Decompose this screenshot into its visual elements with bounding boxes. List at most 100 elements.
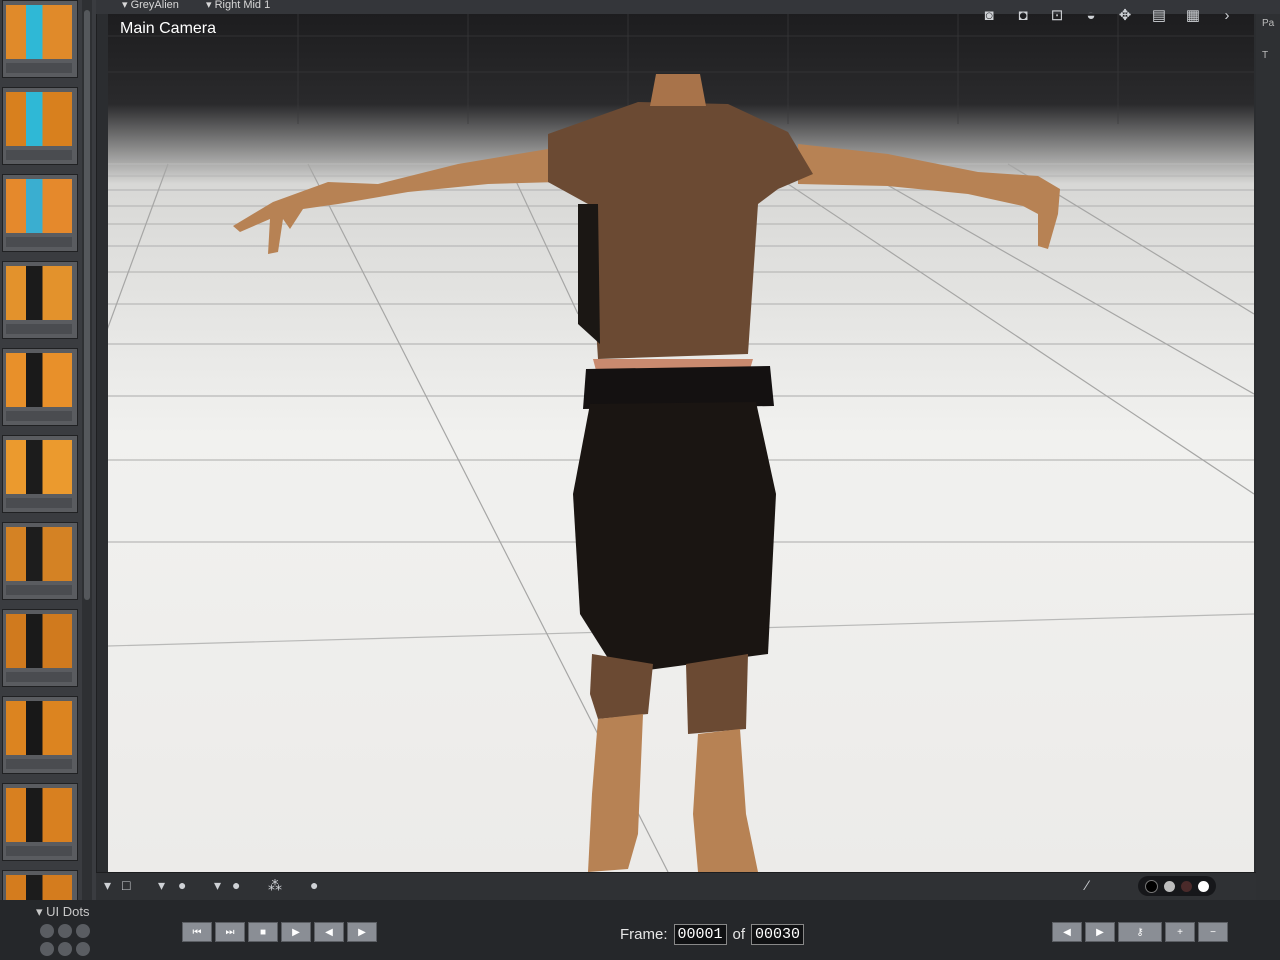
neck <box>650 74 706 106</box>
dropdown-greyalien[interactable]: ▾ GreyAlien <box>122 0 179 11</box>
ui-dot[interactable] <box>76 942 90 956</box>
remove-key-button[interactable]: − <box>1198 922 1228 942</box>
keyframe-controls: ◀ ▶ ⚷ + − <box>1052 922 1228 942</box>
frame-label: Frame: <box>620 926 668 943</box>
left-arm <box>233 149 558 254</box>
apron <box>573 402 776 674</box>
thumbnail-strip <box>0 0 97 948</box>
add-key-button[interactable]: + <box>1165 922 1195 942</box>
go-to-start-button[interactable]: ⏮ <box>182 922 212 942</box>
frame-counter: Frame: 00001 of 00030 <box>620 924 805 945</box>
scene-canvas <box>108 14 1254 872</box>
shade-dot-black[interactable] <box>1145 879 1158 893</box>
right-panel-label[interactable]: Pa <box>1262 18 1274 29</box>
frame-current-input[interactable]: 00001 <box>673 924 727 945</box>
chevron-down-icon[interactable]: ▾ <box>214 877 221 894</box>
thumbnail-scrollbar[interactable] <box>82 0 92 900</box>
thumbnail-caption-bar <box>6 846 72 856</box>
scene-thumbnail[interactable] <box>2 261 78 339</box>
right-leg <box>693 729 758 872</box>
shade-dot-dark-red[interactable] <box>1181 880 1192 892</box>
key-icon[interactable]: ⚷ <box>1118 922 1162 942</box>
main-viewport[interactable]: Main Camera <box>108 14 1254 872</box>
scene-thumbnail[interactable] <box>2 783 78 861</box>
thumbnail-caption-bar <box>6 324 72 334</box>
transport-controls: ⏮ ⏭ ■ ▶ ◀ ▶ <box>182 922 377 942</box>
viewport-toolbar: ◙ ◘ ⊡ ◒ ✥ ▤ ▦ › <box>976 3 1240 29</box>
right-panel-label[interactable]: T <box>1262 50 1268 61</box>
ui-dots-label: UI Dots <box>46 904 90 919</box>
thumbnail-caption-bar <box>6 498 72 508</box>
thumbnail-image <box>6 527 72 581</box>
sphere-icon[interactable]: ● <box>310 877 318 893</box>
chevron-down-icon[interactable]: ▾ <box>158 877 165 894</box>
camera-icon[interactable]: ◙ <box>976 3 1002 27</box>
play-button[interactable]: ▶ <box>281 922 311 942</box>
left-trouser <box>590 654 653 719</box>
stop-button[interactable]: ■ <box>248 922 278 942</box>
next-key-button[interactable]: ▶ <box>1085 922 1115 942</box>
thumbnail-image <box>6 788 72 842</box>
move-icon[interactable]: ✥ <box>1112 3 1138 27</box>
frame-total-input[interactable]: 00030 <box>751 924 805 945</box>
multi-sphere-icon[interactable]: ⁂ <box>268 877 282 894</box>
dropdown-label: GreyAlien <box>130 0 179 11</box>
dropdown-right-mid[interactable]: ▾ Right Mid 1 <box>206 0 270 11</box>
chevron-right-icon[interactable]: › <box>1214 3 1240 27</box>
thumbnail-caption-bar <box>6 237 72 247</box>
left-leg <box>588 714 643 872</box>
scene-thumbnail[interactable] <box>2 348 78 426</box>
scene-thumbnail[interactable] <box>2 522 78 600</box>
thumbnail-image <box>6 5 72 59</box>
scene-thumbnail[interactable] <box>2 0 78 78</box>
step-back-button[interactable]: ◀ <box>314 922 344 942</box>
camera-snapshot-icon[interactable]: ◘ <box>1010 3 1036 27</box>
scene-thumbnail[interactable] <box>2 609 78 687</box>
right-arm <box>798 144 1060 249</box>
sphere-icon[interactable]: ● <box>178 877 186 893</box>
ui-dot[interactable] <box>58 942 72 956</box>
scene-thumbnail[interactable] <box>2 174 78 252</box>
dropdown-label: Right Mid 1 <box>214 0 271 11</box>
scrollbar-thumb[interactable] <box>84 10 90 600</box>
shade-dot-grey[interactable] <box>1164 880 1175 892</box>
scene-thumbnail[interactable] <box>2 696 78 774</box>
ui-dot[interactable] <box>58 924 72 938</box>
ui-dots-dropdown[interactable]: ▾ UI Dots <box>36 904 89 920</box>
shade-dot-white[interactable] <box>1198 880 1209 892</box>
thumbnail-caption-bar <box>6 411 72 421</box>
frame-of-label: of <box>732 926 746 943</box>
focus-frame-icon[interactable]: ⊡ <box>1044 3 1070 27</box>
viewport-bottom-bar: ▾ □ ▾ ● ▾ ● ⁂ ● ⁄ <box>96 872 1256 901</box>
thumbnail-caption-bar <box>6 759 72 769</box>
scene-thumbnail[interactable] <box>2 87 78 165</box>
thumbnail-image <box>6 179 72 233</box>
chevron-down-icon[interactable]: ▾ <box>104 877 111 894</box>
scene-thumbnail[interactable] <box>2 435 78 513</box>
film-icon[interactable]: ▤ <box>1146 3 1172 27</box>
thumbnail-image <box>6 266 72 320</box>
ui-dot[interactable] <box>76 924 90 938</box>
step-forward-button[interactable]: ▶ <box>347 922 377 942</box>
square-icon[interactable]: □ <box>122 877 130 893</box>
pencil-icon[interactable]: ⁄ <box>1086 877 1088 893</box>
right-trouser <box>686 654 748 734</box>
thumbnail-caption-bar <box>6 585 72 595</box>
thumbnail-caption-bar <box>6 150 72 160</box>
thumbnail-image <box>6 92 72 146</box>
ui-dots-grid[interactable] <box>40 924 90 956</box>
thumbnail-image <box>6 614 72 668</box>
right-panel-edge: Pa T <box>1256 14 1280 900</box>
ui-dot[interactable] <box>40 924 54 938</box>
step-to-end-button[interactable]: ⏭ <box>215 922 245 942</box>
thumbnail-caption-bar <box>6 672 72 682</box>
orbit-icon[interactable]: ◒ <box>1078 3 1104 27</box>
camera-label[interactable]: Main Camera <box>120 20 216 38</box>
thumbnail-image <box>6 440 72 494</box>
character-figure <box>233 74 1060 872</box>
shading-mode-switch[interactable] <box>1138 876 1216 896</box>
sphere-icon[interactable]: ● <box>232 877 240 893</box>
render-settings-icon[interactable]: ▦ <box>1180 3 1206 27</box>
ui-dot[interactable] <box>40 942 54 956</box>
prev-key-button[interactable]: ◀ <box>1052 922 1082 942</box>
